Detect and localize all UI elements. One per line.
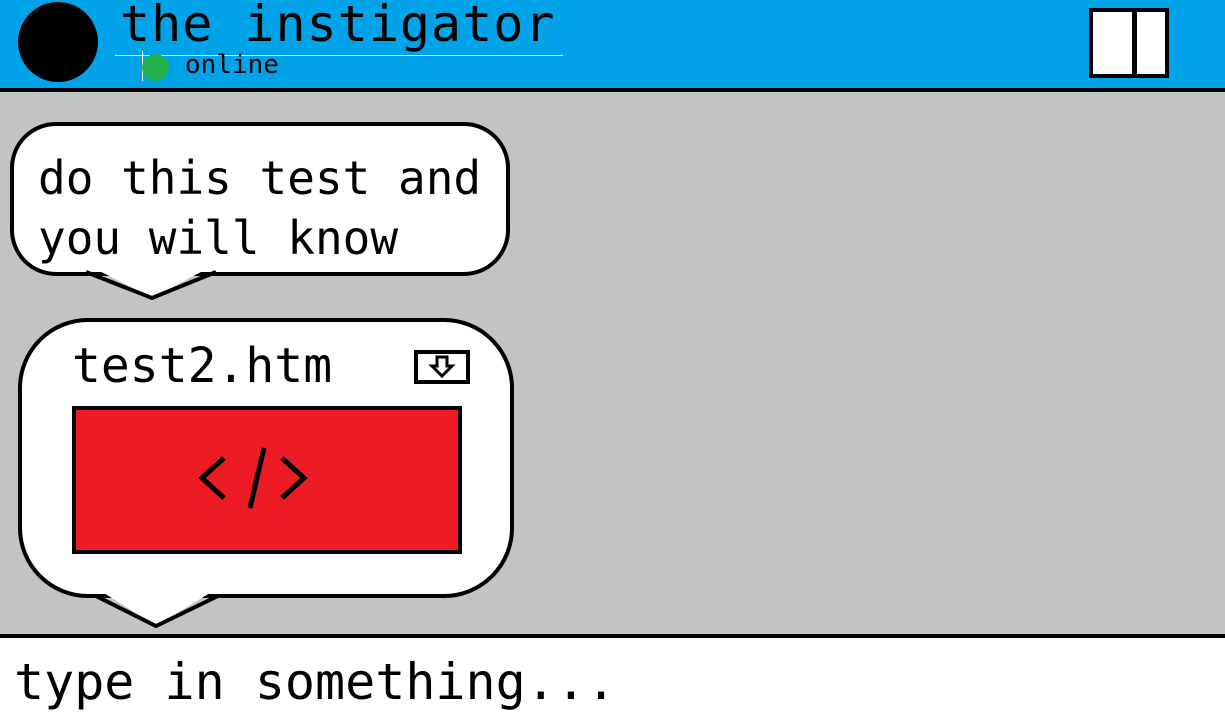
bubble-tail [86, 264, 217, 301]
file-preview[interactable] [72, 406, 462, 554]
code-icon [198, 447, 308, 509]
contact-avatar[interactable] [18, 2, 98, 82]
title-divider [115, 55, 563, 56]
chat-header: the instigator online [0, 0, 1225, 92]
bubble-tail [96, 588, 219, 629]
composer-bar [0, 634, 1225, 721]
split-view-button[interactable] [1089, 8, 1169, 78]
message-list[interactable]: do this test and you will know test2.htm [0, 92, 1225, 634]
file-name[interactable]: test2.htm [72, 336, 332, 396]
status-text: online [185, 50, 279, 80]
message-input[interactable] [14, 648, 1204, 716]
message-text: do this test and you will know [38, 151, 482, 265]
download-button[interactable] [414, 350, 470, 384]
status-indicator: online [140, 50, 279, 81]
download-icon [428, 355, 456, 379]
online-dot-icon [142, 54, 169, 81]
message-bubble-text: do this test and you will know [10, 122, 510, 276]
message-bubble-file: test2.htm [18, 318, 514, 598]
